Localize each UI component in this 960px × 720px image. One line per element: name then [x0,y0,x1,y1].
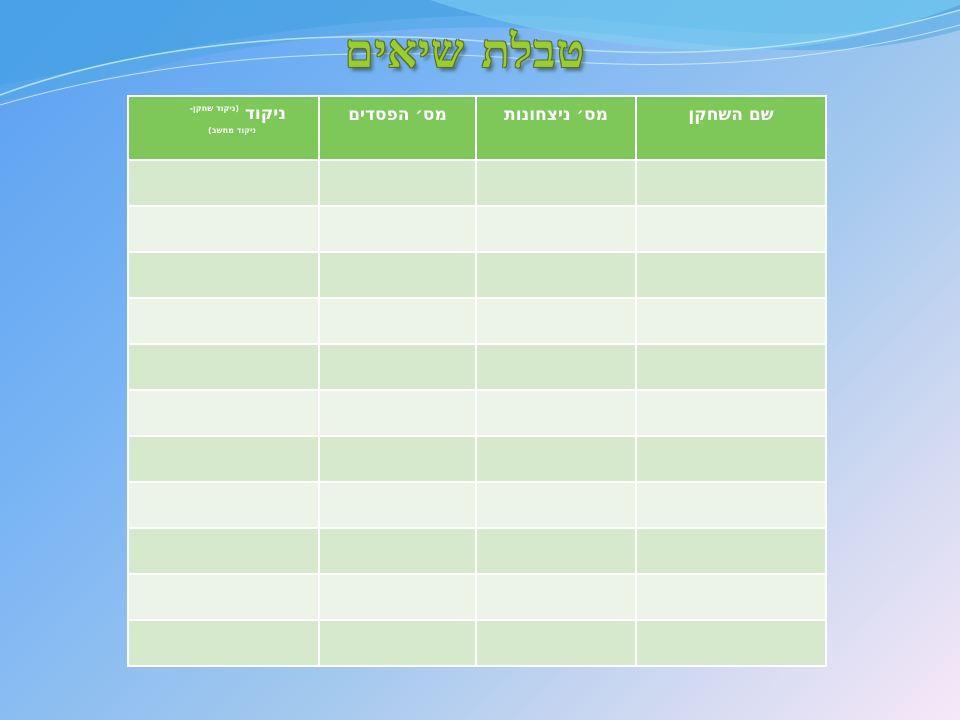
cell-score [127,527,320,575]
cell-wins [475,251,637,299]
cell-score [127,343,320,391]
table-row [127,251,827,299]
slide: טבלת שיאים שם השחקן מס׳ ניצחונות מס׳ הפס… [0,0,960,720]
cell-losses [318,343,477,391]
cell-score [127,159,320,207]
cell-wins [475,389,637,437]
cell-score [127,573,320,621]
cell-losses [318,435,477,483]
cell-score [127,205,320,253]
page-title: טבלת שיאים [344,24,586,78]
records-table: שם השחקן מס׳ ניצחונות מס׳ הפסדים ניקוד (… [127,95,827,667]
table-row [127,389,827,437]
table-row [127,481,827,529]
table-row [127,205,827,253]
header-player-name: שם השחקן [635,95,827,161]
cell-wins [475,343,637,391]
cell-player-name [635,619,827,667]
table-body [127,159,827,667]
table-row [127,527,827,575]
cell-score [127,619,320,667]
cell-player-name [635,297,827,345]
cell-losses [318,481,477,529]
header-score-note-line2: ניקוד מחשב) [208,125,256,135]
header-score-label: ניקוד [244,104,286,124]
table-header-row: שם השחקן מס׳ ניצחונות מס׳ הפסדים ניקוד (… [127,95,827,161]
table-row [127,573,827,621]
cell-losses [318,297,477,345]
table-row [127,343,827,391]
header-losses: מס׳ הפסדים [318,95,477,161]
cell-player-name [635,435,827,483]
cell-losses [318,619,477,667]
cell-player-name [635,205,827,253]
cell-losses [318,159,477,207]
cell-wins [475,481,637,529]
cell-player-name [635,159,827,207]
header-wins: מס׳ ניצחונות [475,95,637,161]
cell-player-name [635,251,827,299]
cell-score [127,481,320,529]
cell-player-name [635,343,827,391]
cell-player-name [635,573,827,621]
cell-losses [318,205,477,253]
cell-losses [318,527,477,575]
cell-player-name [635,527,827,575]
cell-wins [475,573,637,621]
cell-player-name [635,481,827,529]
cell-wins [475,435,637,483]
cell-wins [475,205,637,253]
cell-wins [475,159,637,207]
cell-wins [475,297,637,345]
cell-wins [475,619,637,667]
cell-losses [318,251,477,299]
table-row [127,159,827,207]
table-row [127,435,827,483]
cell-score [127,435,320,483]
cell-losses [318,573,477,621]
cell-score [127,251,320,299]
cell-player-name [635,389,827,437]
cell-wins [475,527,637,575]
cell-score [127,389,320,437]
header-score: ניקוד (ניקוד שחקן- ניקוד מחשב) [127,95,320,161]
cell-losses [318,389,477,437]
table-row [127,619,827,667]
cell-score [127,297,320,345]
table-row [127,297,827,345]
header-score-note-line1: (ניקוד שחקן- [189,104,240,113]
